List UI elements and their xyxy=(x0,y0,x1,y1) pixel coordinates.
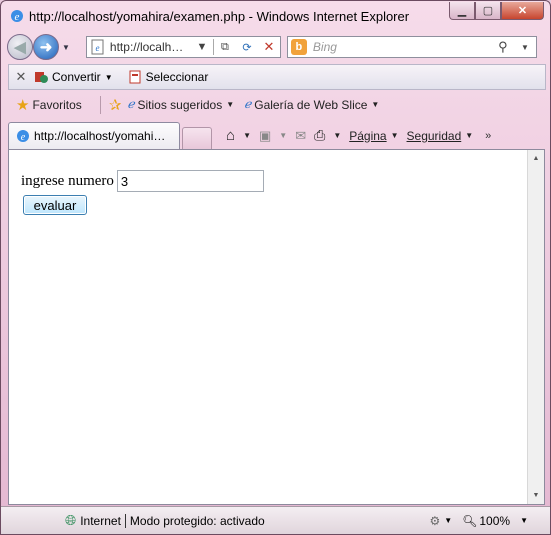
home-icon[interactable]: ⌂ xyxy=(226,127,235,144)
svg-text:e: e xyxy=(95,43,99,53)
feeds-dropdown-icon[interactable]: ▼ xyxy=(279,131,287,140)
svg-text:e: e xyxy=(21,132,26,143)
convert-label: Convertir xyxy=(52,70,101,84)
suggested-sites-button[interactable]: ℯ Sitios sugeridos ▼ xyxy=(127,97,234,112)
refresh-icon[interactable]: ⟳ xyxy=(236,37,258,57)
security-status-icon[interactable]: ⚙ xyxy=(429,514,440,528)
maximize-button[interactable]: ▢ xyxy=(475,2,501,20)
zoom-icon: 🔍︎ xyxy=(462,513,478,528)
tab-row: e http://localhost/yomahi… ⌂ ▼ ▣ ▼ ✉ ⎙ ▼… xyxy=(8,119,546,149)
favorites-button[interactable]: ★ Favoritos xyxy=(16,96,82,114)
tab-page-icon: e xyxy=(17,130,29,143)
ie-page-icon: ℯ xyxy=(244,97,252,111)
browser-window: e http://localhost/yomahira/examen.php -… xyxy=(0,0,551,535)
web-slice-gallery-label: Galería de Web Slice xyxy=(254,97,368,112)
compatibility-icon[interactable]: ⧉ xyxy=(214,37,236,57)
evaluate-button[interactable]: evaluar xyxy=(23,195,87,215)
more-tools-icon[interactable]: » xyxy=(485,130,491,142)
command-bar: ✕ Convertir ▼ Seleccionar xyxy=(8,64,546,90)
separator xyxy=(99,95,101,114)
suggested-sites-dropdown-icon[interactable]: ▼ xyxy=(226,100,234,109)
tab-active[interactable]: e http://localhost/yomahi… xyxy=(8,122,180,149)
select-label: Seleccionar xyxy=(145,70,209,84)
status-right: ⚙ ▼ 🔍︎ 100% ▼ xyxy=(419,514,528,528)
favorites-star-icon: ★ xyxy=(16,96,30,114)
back-button[interactable]: ◀ xyxy=(7,34,33,60)
scroll-up-icon[interactable]: ▲ xyxy=(528,150,544,167)
page-viewport: ingrese numero evaluar ▲ ▼ xyxy=(8,149,545,505)
history-dropdown-icon[interactable]: ▼ xyxy=(62,43,70,52)
security-menu-label: Seguridad xyxy=(406,128,462,143)
mail-icon[interactable]: ✉ xyxy=(295,128,306,144)
ie-logo-icon: e xyxy=(11,10,23,23)
add-favorite-icon[interactable]: ✰ xyxy=(109,96,122,114)
security-status-dropdown-icon[interactable]: ▼ xyxy=(444,516,452,525)
scroll-down-icon[interactable]: ▼ xyxy=(528,487,544,504)
favorites-bar: ★ Favoritos ✰ ℯ Sitios sugeridos ▼ ℯ Gal… xyxy=(8,91,546,118)
zone-label: Internet xyxy=(80,513,121,528)
tools-bar: ⌂ ▼ ▣ ▼ ✉ ⎙ ▼ Página ▼ Seguridad ▼ » xyxy=(226,122,491,149)
address-bar[interactable]: e http://localh… ▼ ⧉ ⟳ ✕ xyxy=(85,36,281,58)
search-input[interactable]: Bing xyxy=(307,40,492,54)
zoom-label: 100% xyxy=(479,513,511,528)
page-menu[interactable]: Página ▼ xyxy=(349,129,398,143)
search-icon[interactable]: ⚲ xyxy=(492,37,514,57)
number-label: ingrese numero xyxy=(21,172,114,189)
web-slice-gallery-button[interactable]: ℯ Galería de Web Slice ▼ xyxy=(244,97,379,112)
minimize-button[interactable]: ▁ xyxy=(449,2,475,20)
window-controls: ▁ ▢ ✕ xyxy=(449,2,544,20)
window-title: http://localhost/yomahira/examen.php - W… xyxy=(29,8,410,24)
convert-button[interactable]: Convertir ▼ xyxy=(33,69,113,85)
web-slice-dropdown-icon[interactable]: ▼ xyxy=(371,100,379,109)
print-dropdown-icon[interactable]: ▼ xyxy=(333,131,341,140)
address-dropdown-icon[interactable]: ▼ xyxy=(191,37,213,57)
suggested-sites-label: Sitios sugeridos xyxy=(137,97,223,112)
feeds-icon[interactable]: ▣ xyxy=(259,128,271,144)
status-bar: 🌐︎ Internet Modo protegido: activado ⚙ ▼… xyxy=(1,506,550,534)
select-icon xyxy=(129,70,141,84)
navigation-row: ◀ ➜ ▼ e http://localh… ▼ ⧉ ⟳ ✕ b Bing ⚲ … xyxy=(7,31,547,63)
title-bar[interactable]: e http://localhost/yomahira/examen.php -… xyxy=(1,1,550,31)
search-dropdown-icon[interactable]: ▼ xyxy=(514,37,536,57)
print-icon[interactable]: ⎙ xyxy=(314,127,325,144)
page-menu-label: Página xyxy=(349,128,387,143)
stop-icon[interactable]: ✕ xyxy=(258,37,280,57)
address-url[interactable]: http://localh… xyxy=(106,40,191,54)
globe-icon: 🌐︎ xyxy=(65,512,77,528)
new-tab-button[interactable] xyxy=(182,127,212,149)
number-input[interactable] xyxy=(116,170,264,192)
protected-mode-label: Modo protegido: activado xyxy=(129,513,265,528)
vertical-scrollbar[interactable]: ▲ ▼ xyxy=(527,150,544,504)
security-dropdown-icon: ▼ xyxy=(465,131,474,140)
page-icon: e xyxy=(91,39,104,55)
convert-icon xyxy=(35,72,48,83)
bing-icon: b xyxy=(290,39,307,55)
zoom-control[interactable]: 🔍︎ 100% xyxy=(462,514,510,528)
number-form: ingrese numero xyxy=(21,170,264,192)
tab-label: http://localhost/yomahi… xyxy=(34,129,166,143)
select-button[interactable]: Seleccionar xyxy=(127,69,209,85)
separator xyxy=(124,513,126,528)
favorites-label: Favoritos xyxy=(32,97,82,112)
ie-page-icon: ℯ xyxy=(127,97,135,111)
close-toolbar-icon[interactable]: ✕ xyxy=(9,69,33,85)
security-menu[interactable]: Seguridad ▼ xyxy=(407,129,474,143)
home-dropdown-icon[interactable]: ▼ xyxy=(243,131,251,140)
close-button[interactable]: ✕ xyxy=(501,2,544,20)
convert-dropdown-icon[interactable]: ▼ xyxy=(105,73,113,82)
svg-text:e: e xyxy=(15,11,20,23)
forward-button[interactable]: ➜ xyxy=(33,34,59,60)
security-zone[interactable]: 🌐︎ Internet Modo protegido: activado xyxy=(65,512,265,529)
zoom-dropdown-icon[interactable]: ▼ xyxy=(520,516,528,525)
page-dropdown-icon: ▼ xyxy=(390,131,399,140)
search-bar[interactable]: b Bing ⚲ ▼ xyxy=(286,36,537,58)
